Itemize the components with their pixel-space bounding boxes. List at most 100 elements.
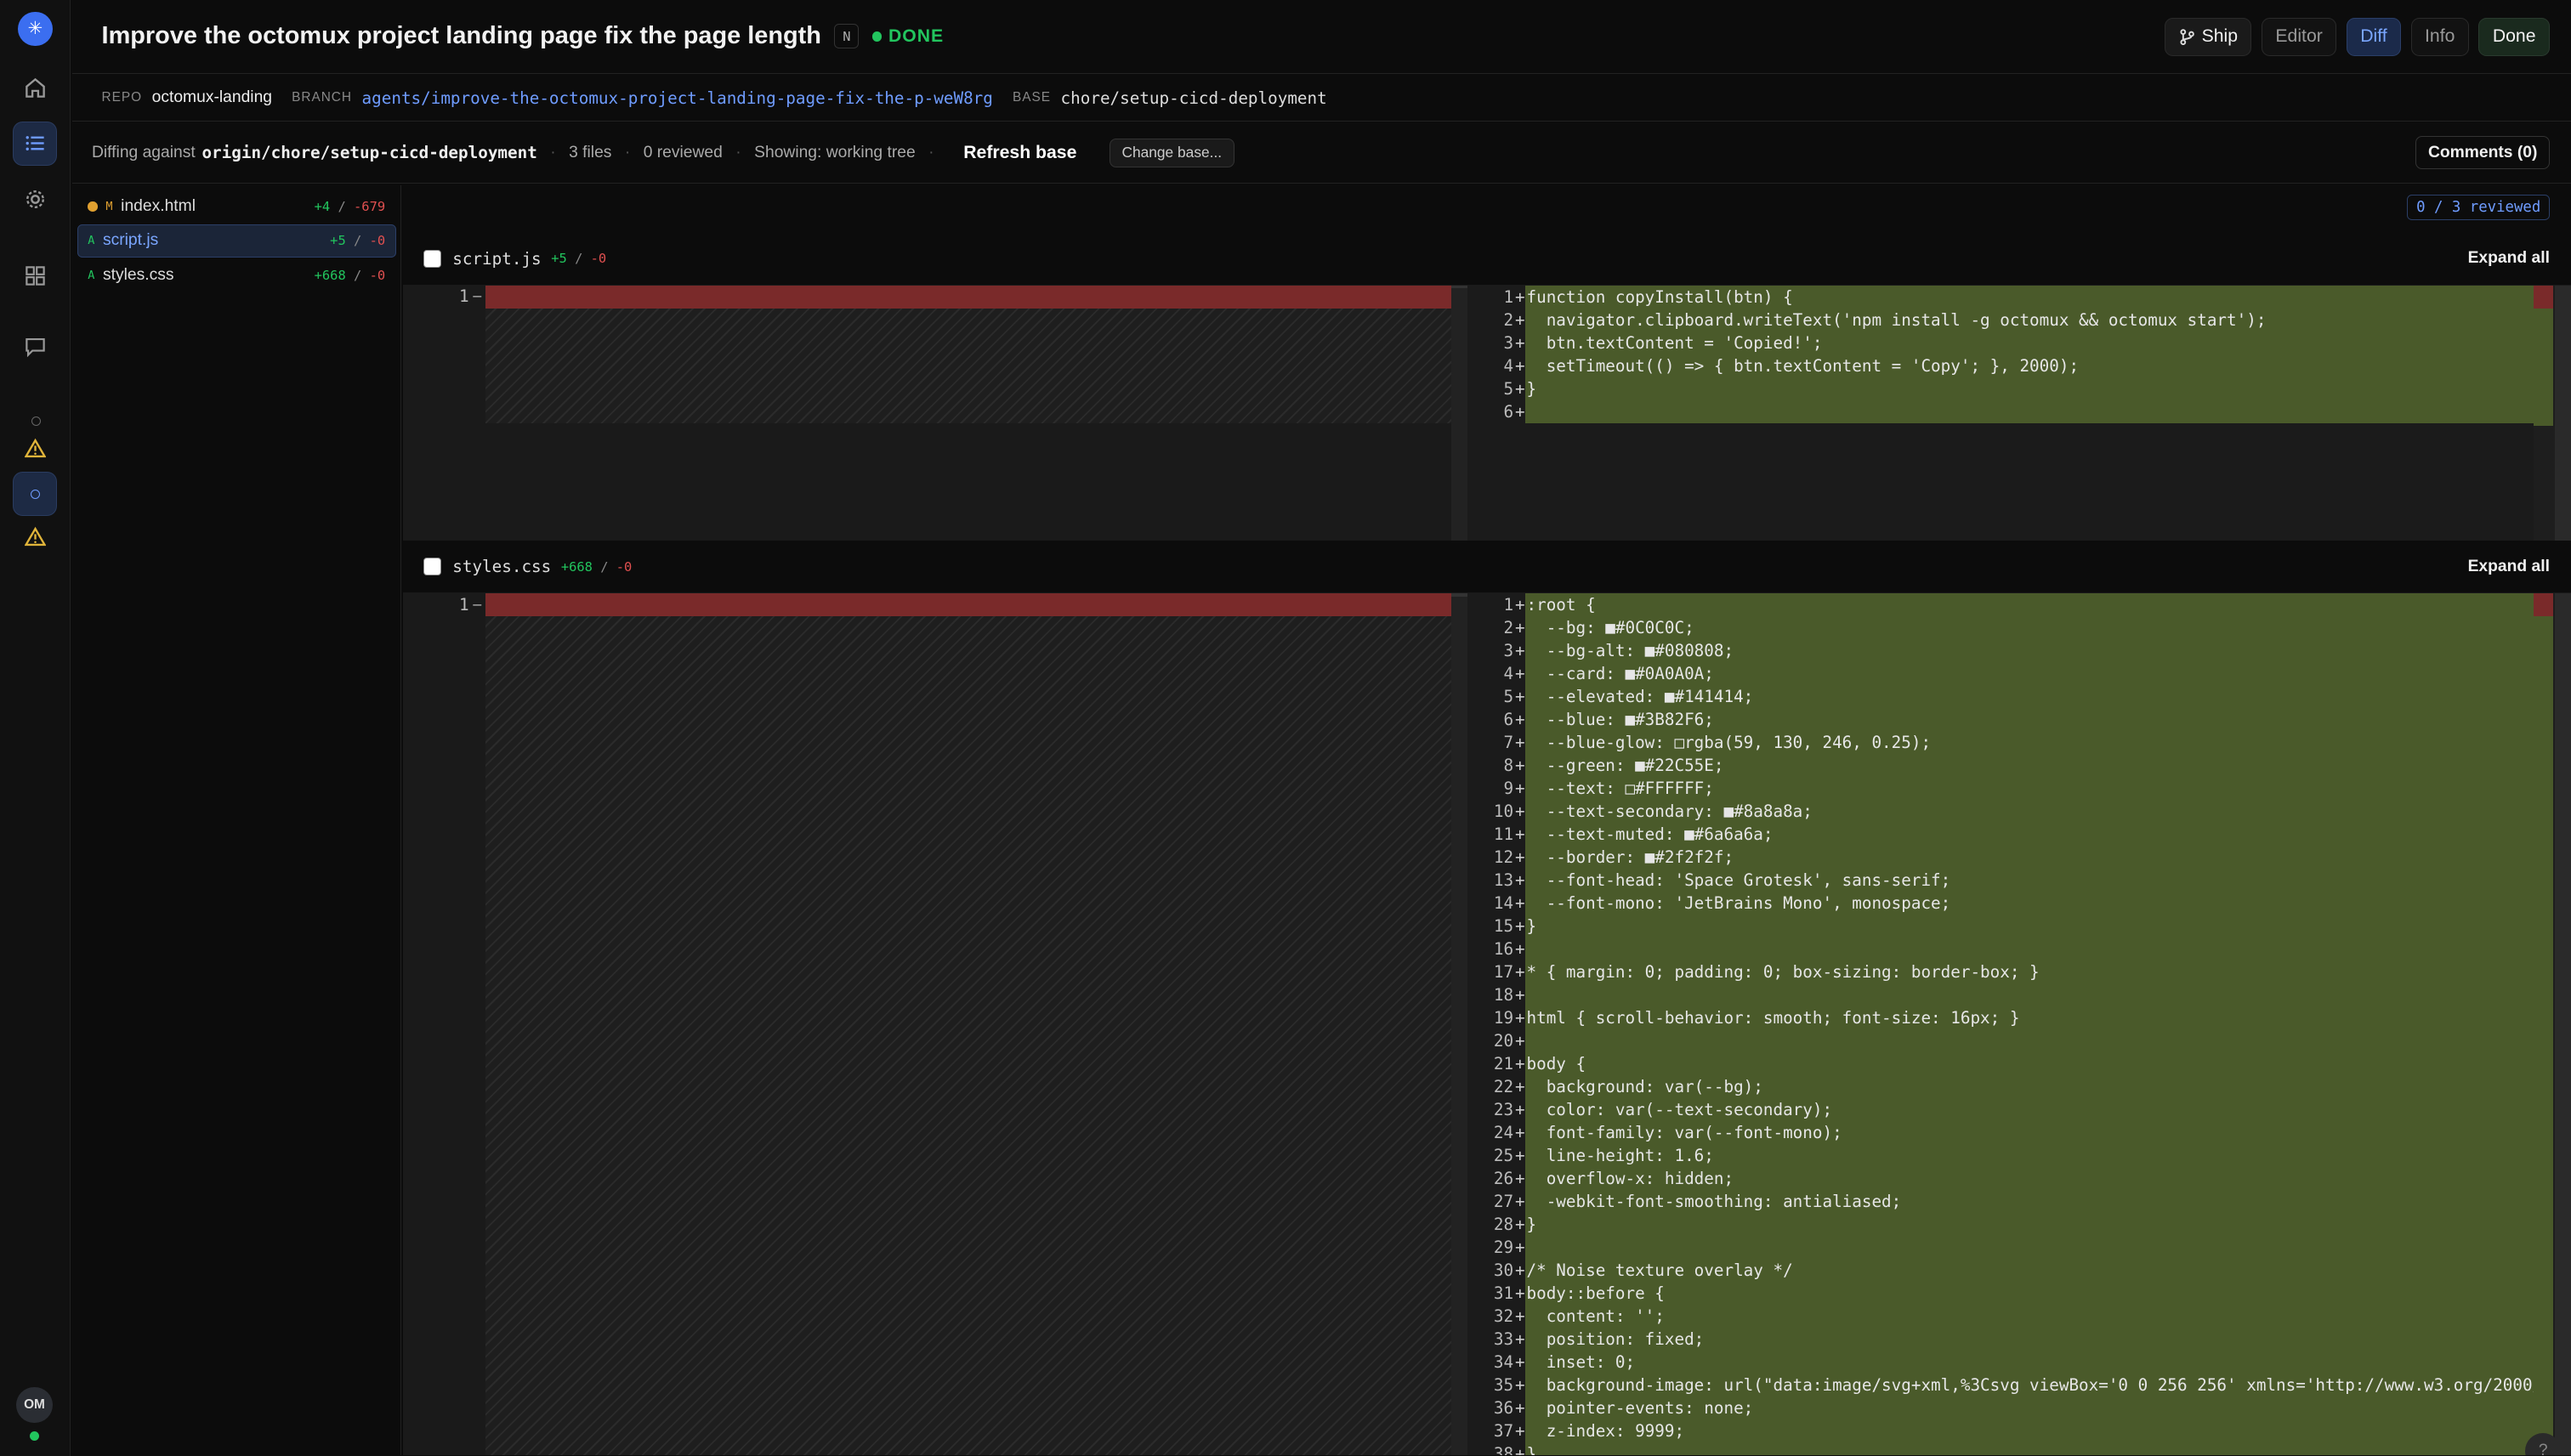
file-item-index-html[interactable]: M index.html +4 / -679 (77, 190, 396, 224)
code-line: 17+* { margin: 0; padding: 0; box-sizing… (1525, 960, 2534, 983)
empty-hatch (485, 616, 1467, 1455)
old-side: 1− (403, 286, 1467, 541)
code-line: 36+ pointer-events: none; (1525, 1397, 2534, 1419)
page-header: Improve the octomux project landing page… (72, 0, 2571, 74)
comments-button[interactable]: Comments (0) (2415, 136, 2549, 169)
code-line: 16+ (1525, 938, 2534, 960)
app-logo-icon[interactable]: ✳ (18, 12, 53, 47)
code-line: 10+ --text-secondary: ■#8a8a8a; (1525, 800, 2534, 823)
modified-dot-icon (88, 201, 98, 212)
file-stats: +668 / -0 (315, 268, 386, 283)
file-status: A (88, 269, 94, 282)
new-code: 1+function copyInstall(btn) {2+ navigato… (1525, 286, 2534, 423)
file-item-styles-css[interactable]: A styles.css +668 / -0 (77, 259, 396, 292)
code-line: 27+ -webkit-font-smoothing: antialiased; (1525, 1190, 2534, 1213)
code-line: 3+ --bg-alt: ■#080808; (1525, 639, 2534, 662)
code-line: 6+ (1525, 400, 2534, 423)
status-dot-icon (872, 31, 883, 42)
file-status: A (88, 234, 94, 247)
diff-view: 0 / 3 reviewed script.js +5 / -0 Expand … (403, 185, 2571, 1455)
diff-button[interactable]: Diff (2347, 18, 2401, 55)
warning-icon[interactable] (13, 426, 57, 470)
separator: · (625, 144, 630, 162)
code-line: 26+ overflow-x: hidden; (1525, 1167, 2534, 1190)
repo-label: REPO (102, 90, 143, 105)
scrollbar[interactable] (2534, 286, 2571, 541)
code-line: 5+} (1525, 377, 2534, 400)
refresh-base-button[interactable]: Refresh base (963, 143, 1076, 163)
code-line: 24+ font-family: var(--font-mono); (1525, 1121, 2534, 1144)
avatar[interactable]: OM (16, 1387, 52, 1423)
code-line: 3+ btn.textContent = 'Copied!'; (1525, 331, 2534, 354)
separator: · (928, 144, 934, 162)
git-branch-icon (2179, 29, 2195, 45)
code-line: 28+} (1525, 1213, 2534, 1236)
editor-button[interactable]: Editor (2262, 18, 2336, 55)
code-line: 33+ position: fixed; (1525, 1328, 2534, 1351)
code-line: 1+:root { (1525, 593, 2534, 616)
expand-all-button[interactable]: Expand all (2468, 249, 2550, 268)
status-dot-icon (31, 416, 42, 427)
code-line: 2+ --bg: ■#0C0C0C; (1525, 616, 2534, 639)
change-base-button[interactable]: Change base... (1110, 139, 1234, 168)
code-line: 6+ --blue: ■#3B82F6; (1525, 708, 2534, 731)
code-line: 11+ --text-muted: ■#6a6a6a; (1525, 823, 2534, 846)
code-line: 8+ --green: ■#22C55E; (1525, 754, 2534, 777)
info-button[interactable]: Info (2411, 18, 2469, 55)
code-line: 34+ inset: 0; (1525, 1351, 2534, 1374)
file-header-script-js: script.js +5 / -0 Expand all (403, 233, 2571, 286)
showing-label: Showing: working tree (754, 144, 916, 162)
code-line: 22+ background: var(--bg); (1525, 1075, 2534, 1098)
home-icon[interactable] (13, 65, 57, 110)
code-line: 18+ (1525, 983, 2534, 1006)
code-line: 19+html { scroll-behavior: smooth; font-… (1525, 1006, 2534, 1029)
file-header-styles-css: styles.css +668 / -0 Expand all (403, 541, 2571, 593)
gear-icon[interactable] (13, 177, 57, 221)
grid-icon[interactable] (13, 254, 57, 298)
code-line: 4+ setTimeout(() => { btn.textContent = … (1525, 354, 2534, 377)
reviewed-count: 0 reviewed (644, 144, 723, 162)
code-line: 32+ content: ''; (1525, 1305, 2534, 1328)
list-icon[interactable] (13, 122, 57, 166)
session-circle-icon[interactable] (13, 472, 57, 516)
file-stats: +5 / -0 (330, 233, 385, 248)
repo-name: octomux-landing (152, 88, 272, 107)
scrollbar[interactable] (1451, 593, 1467, 1455)
header-actions: Ship Editor Diff Info Done (2165, 18, 2550, 55)
code-line: 4+ --card: ■#0A0A0A; (1525, 662, 2534, 685)
review-progress-badge: 0 / 3 reviewed (2407, 195, 2549, 220)
code-line: 23+ color: var(--text-secondary); (1525, 1098, 2534, 1121)
old-line: 1− (403, 286, 1467, 309)
warning-icon[interactable] (13, 515, 57, 559)
page-title: Improve the octomux project landing page… (102, 22, 821, 50)
reviewed-checkbox[interactable] (423, 250, 441, 268)
code-line: 30+/* Noise texture overlay */ (1525, 1259, 2534, 1282)
file-name: script.js (452, 249, 541, 269)
branch-name[interactable]: agents/improve-the-octomux-project-landi… (362, 88, 993, 108)
scrollbar[interactable] (2534, 593, 2571, 1455)
file-name: index.html (121, 197, 196, 216)
scrollbar[interactable] (1451, 286, 1467, 541)
done-button[interactable]: Done (2478, 18, 2550, 55)
diffing-prefix: Diffing against (92, 144, 196, 162)
code-line: 2+ navigator.clipboard.writeText('npm in… (1525, 309, 2534, 331)
code-line: 31+body::before { (1525, 1282, 2534, 1305)
file-stats: +668 / -0 (561, 559, 633, 575)
reviewed-checkbox[interactable] (423, 558, 441, 575)
diff-toolbar: Diffing against origin/chore/setup-cicd-… (72, 123, 2571, 184)
n-badge: N (834, 24, 859, 48)
status-text: DONE (888, 26, 944, 47)
code-line: 38+} (1525, 1442, 2534, 1455)
code-line: 15+} (1525, 915, 2534, 938)
chat-icon[interactable] (13, 325, 57, 369)
code-line: 12+ --border: ■#2f2f2f; (1525, 846, 2534, 869)
files-count: 3 files (569, 144, 611, 162)
file-status: M (105, 200, 112, 213)
base-name: chore/setup-cicd-deployment (1061, 88, 1327, 108)
new-code: 1+:root {2+ --bg: ■#0C0C0C;3+ --bg-alt: … (1525, 593, 2534, 1455)
expand-all-button[interactable]: Expand all (2468, 558, 2550, 576)
ship-button[interactable]: Ship (2165, 18, 2251, 55)
file-item-script-js[interactable]: A script.js +5 / -0 (77, 224, 396, 258)
new-side: 1+:root {2+ --bg: ■#0C0C0C;3+ --bg-alt: … (1467, 593, 2571, 1455)
file-name: styles.css (452, 557, 551, 576)
